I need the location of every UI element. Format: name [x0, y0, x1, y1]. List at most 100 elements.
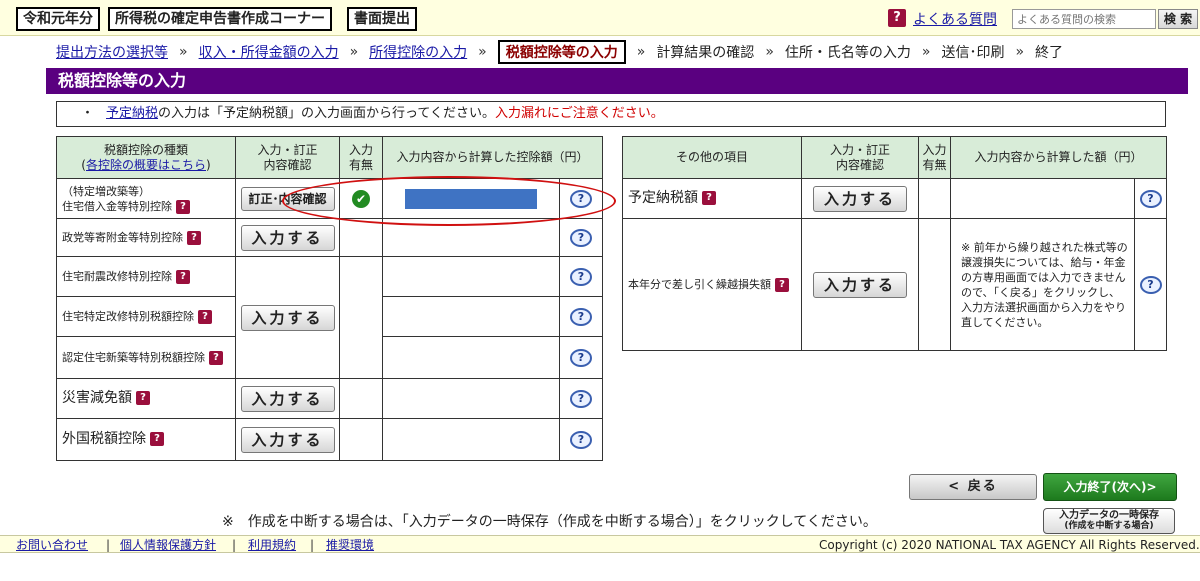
detail-cell: ? [558, 418, 604, 461]
finish-next-button[interactable]: 入力終了(次へ)> [1043, 473, 1177, 501]
crumb-finish: 終了 [1035, 45, 1064, 61]
detail-cell: ? [558, 218, 604, 257]
crumb-submission-method[interactable]: 提出方法の選択等 [56, 42, 168, 62]
table-row: 政党等寄附金等特別控除? 入力する ? [56, 218, 604, 257]
terms-link[interactable]: 利用規約 [248, 537, 296, 553]
corner-badge: 所得税の確定申告書作成コーナー [108, 7, 332, 31]
input-cell: 入力する [235, 218, 340, 257]
input-cell: 入力する [801, 178, 919, 219]
faq-help-icon[interactable]: ? [888, 9, 906, 27]
has-input-cell [339, 378, 383, 419]
detail-bubble-icon[interactable]: ? [570, 348, 592, 367]
has-input-cell [918, 218, 951, 351]
row-label: 本年分で差し引く繰越損失額 [628, 278, 771, 291]
help-icon[interactable]: ? [136, 391, 150, 405]
input-button[interactable]: 入力する [813, 185, 907, 212]
detail-cell: ? [1133, 218, 1168, 351]
help-icon[interactable]: ? [702, 191, 716, 205]
input-button[interactable]: 入力する [813, 271, 907, 298]
detail-cell: ? [558, 178, 604, 219]
detail-bubble-icon[interactable]: ? [570, 228, 592, 247]
footer-separator: | [232, 538, 237, 552]
input-button[interactable]: 入力する [240, 385, 335, 412]
col-calculated-amount: 入力内容から計算した額（円） [949, 136, 1168, 179]
help-icon[interactable]: ? [187, 231, 201, 245]
env-link[interactable]: 推奨環境 [326, 537, 374, 553]
loss-carryover-note: ※ 前年から繰り越された株式等の譲渡損失については、給与・年金の方専用画面では入… [950, 218, 1135, 351]
input-cell: 入力する [235, 418, 340, 461]
input-cell: 入力する [801, 218, 919, 351]
row-label-cell: 住宅特定改修特別税額控除? [56, 296, 236, 337]
input-button[interactable]: 入力する [240, 426, 335, 453]
credit-overview-link[interactable]: 各控除の概要はこちら [86, 158, 206, 172]
amount-cell [382, 418, 560, 461]
crumb-calc-result: 計算結果の確認 [656, 45, 755, 61]
row-label: 災害減免額 [62, 390, 132, 406]
help-icon[interactable]: ? [198, 310, 212, 324]
table-row: （特定増改築等） 住宅借入金等特別控除? 訂正･内容確認 ✔ ? [56, 178, 604, 219]
table-row: 予定納税額? 入力する ? [622, 178, 1168, 219]
temp-save-button[interactable]: 入力データの一時保存 (作成を中断する場合) [1043, 508, 1175, 534]
notice-bullet: ・ [81, 106, 95, 121]
detail-bubble-icon[interactable]: ? [570, 430, 592, 449]
has-input-cell [339, 256, 383, 379]
detail-bubble-icon[interactable]: ? [570, 267, 592, 286]
has-input-cell [339, 418, 383, 461]
search-button[interactable]: 検 索 [1158, 9, 1198, 29]
crumb-income[interactable]: 収入・所得金額の入力 [199, 42, 339, 62]
help-icon[interactable]: ? [150, 432, 164, 446]
bottom-note: ※ 作成を中断する場合は、「入力データの一時保存（作成を中断する場合）」をクリッ… [222, 514, 877, 530]
has-input-cell: ✔ [339, 178, 383, 219]
detail-cell: ? [558, 378, 604, 419]
row-label-cell: 予定納税額? [622, 178, 802, 219]
temp-save-sublabel: (作成を中断する場合) [1064, 521, 1154, 531]
input-cell: 入力する [235, 256, 340, 379]
row-label: 政党等寄附金等特別控除 [62, 231, 183, 244]
col-has-input: 入力 有無 [918, 136, 951, 179]
notice-prepaid-tax-link[interactable]: 予定納税 [106, 106, 158, 121]
row-label-cell: 政党等寄附金等特別控除? [56, 218, 236, 257]
notice-text: の入力は「予定納税額」の入力画面から行ってください。 [158, 106, 495, 121]
check-icon: ✔ [352, 189, 370, 208]
col-input-confirm: 入力・訂正 内容確認 [801, 136, 919, 179]
input-cell: 訂正･内容確認 [235, 178, 340, 219]
input-button[interactable]: 入力する [240, 304, 335, 331]
back-button[interactable]: < 戻る [909, 474, 1037, 500]
privacy-link[interactable]: 個人情報保護方針 [120, 537, 216, 553]
detail-cell: ? [1133, 178, 1168, 219]
row-label-cell: 住宅耐震改修特別控除? [56, 256, 236, 297]
page-title: 税額控除等の入力 [46, 68, 1188, 94]
detail-bubble-icon[interactable]: ? [1139, 189, 1162, 208]
help-icon[interactable]: ? [176, 199, 190, 214]
help-icon[interactable]: ? [775, 278, 789, 292]
has-input-cell [918, 178, 951, 219]
detail-bubble-icon[interactable]: ? [570, 189, 592, 208]
detail-cell: ? [558, 296, 604, 337]
has-input-cell [339, 218, 383, 257]
row-label: 予定納税額 [628, 190, 698, 206]
col-input-confirm: 入力・訂正 内容確認 [235, 136, 340, 179]
notice-box: ・予定納税の入力は「予定納税額」の入力画面から行ってください。入力漏れにご注意く… [56, 101, 1166, 127]
crumb-address-name: 住所・氏名等の入力 [784, 45, 911, 61]
row-label-cell: 認定住宅新築等特別税額控除? [56, 336, 236, 379]
detail-bubble-icon[interactable]: ? [1139, 275, 1162, 294]
table-header-row: その他の項目 入力・訂正 内容確認 入力 有無 入力内容から計算した額（円） [622, 136, 1168, 179]
footer: お問い合わせ | 個人情報保護方針 | 利用規約 | 推奨環境 Copyrigh… [0, 535, 1200, 553]
help-icon[interactable]: ? [176, 270, 190, 284]
faq-link[interactable]: よくある質問 [913, 9, 997, 29]
detail-bubble-icon[interactable]: ? [570, 307, 592, 326]
detail-bubble-icon[interactable]: ? [570, 389, 592, 408]
fix-confirm-button[interactable]: 訂正･内容確認 [240, 186, 335, 211]
crumb-separator: » [179, 44, 188, 60]
crumb-income-deduction[interactable]: 所得控除の入力 [369, 42, 467, 62]
input-button[interactable]: 入力する [240, 224, 335, 251]
col-calculated-credit: 入力内容から計算した控除額（円） [381, 136, 604, 179]
faq-search-input[interactable] [1012, 9, 1156, 29]
table-row: 災害減免額? 入力する ? [56, 378, 604, 419]
help-icon[interactable]: ? [209, 351, 223, 365]
crumb-separator: » [349, 44, 359, 60]
table-row: 本年分で差し引く繰越損失額? 入力する ※ 前年から繰り越された株式等の譲渡損失… [622, 218, 1168, 351]
row-label: 認定住宅新築等特別税額控除 [62, 351, 205, 364]
footer-separator: | [310, 538, 315, 552]
contact-link[interactable]: お問い合わせ [16, 537, 88, 553]
